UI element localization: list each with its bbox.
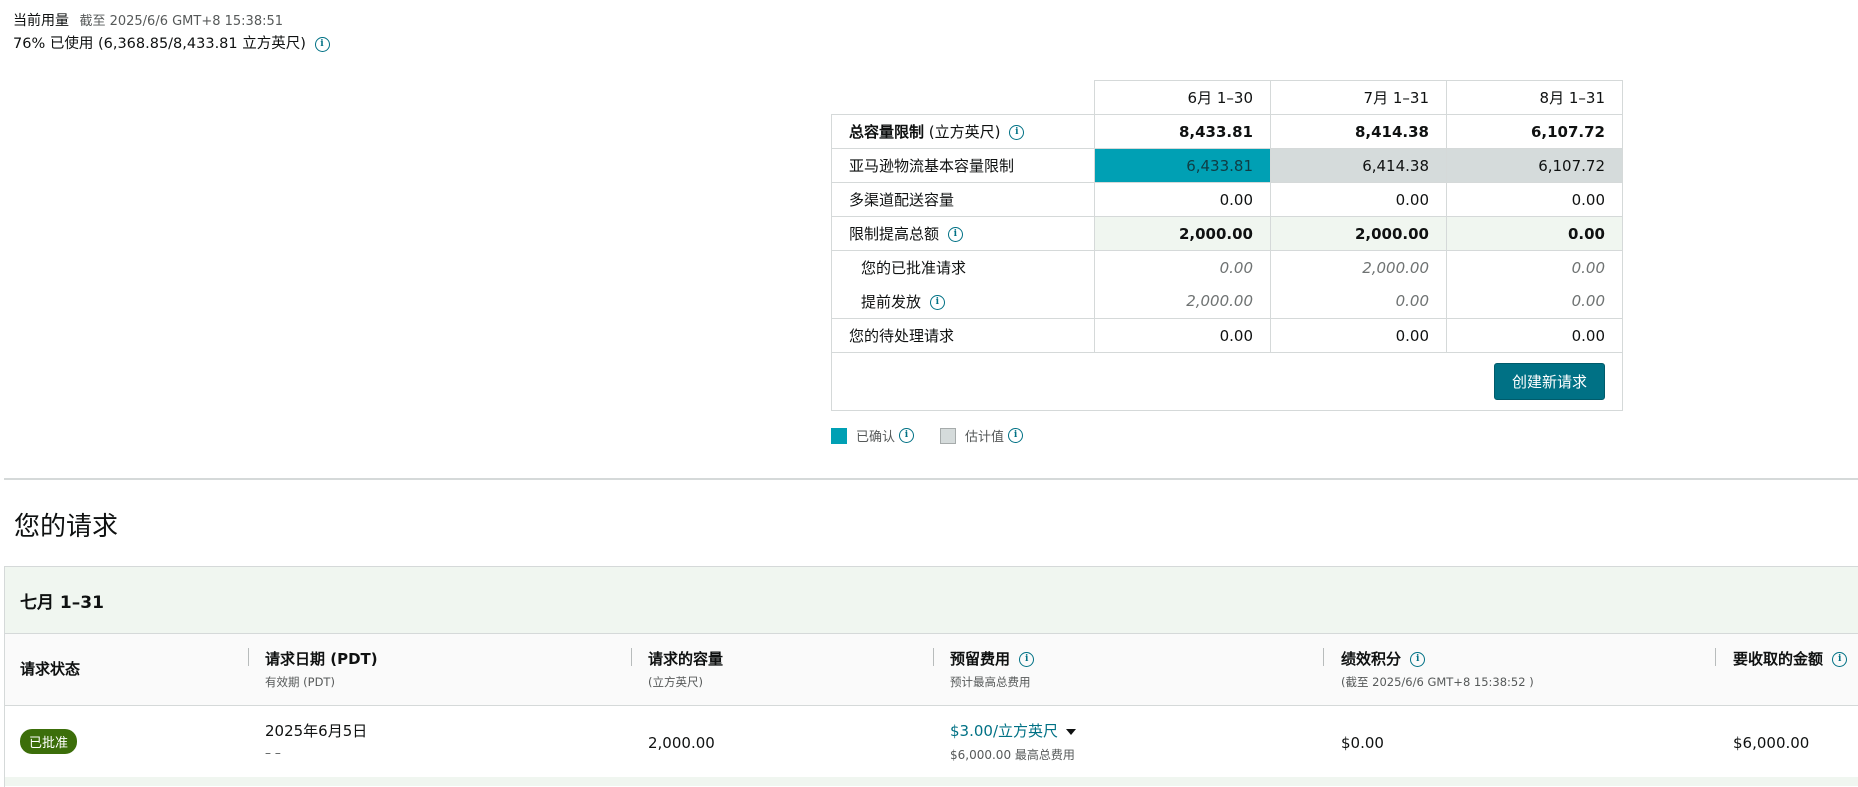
legend-confirmed-label: 已确认 [856, 430, 896, 445]
estimated-swatch [940, 427, 957, 444]
early-august: 0.00 [1446, 284, 1623, 319]
request-group-header: 七月 1–31 [5, 567, 1858, 634]
create-new-request-button[interactable]: 创建新请求 [1493, 363, 1605, 400]
row-limit-increase: 限制提高总额 i 2,000.00 2,000.00 0.00 [831, 216, 1623, 251]
pending-july: 0.00 [1270, 318, 1447, 353]
multichannel-june: 0.00 [1094, 182, 1271, 217]
total-capacity-july: 8,414.38 [1270, 114, 1447, 149]
section-divider [4, 478, 1858, 480]
table-row: 已批准 2025年6月5日 – – 2,000.00 $3.00/立方英尺 $6… [5, 706, 1858, 779]
multichannel-label: 多渠道配送容量 [831, 182, 1095, 217]
pending-requests-label: 您的待处理请求 [831, 318, 1095, 353]
approved-july: 2,000.00 [1270, 250, 1447, 285]
request-date-cell: 2025年6月5日 – – [265, 722, 368, 760]
usage-timestamp: 截至 2025/6/6 GMT+8 15:38:51 [79, 14, 284, 29]
info-icon[interactable]: i [1410, 652, 1426, 667]
limit-increase-august: 0.00 [1446, 216, 1623, 251]
approved-june: 0.00 [1094, 250, 1271, 285]
row-pending-requests: 您的待处理请求 0.00 0.00 0.00 [831, 318, 1623, 353]
usage-summary: 76% 已使用 (6,368.85/8,433.81 立方英尺) i [13, 32, 330, 53]
row-total-capacity: 总容量限制 (立方英尺) i 8,433.81 8,414.38 6,107.7… [831, 114, 1623, 149]
total-capacity-unit: (立方英尺) [924, 123, 1001, 141]
total-capacity-june: 8,433.81 [1094, 114, 1271, 149]
base-capacity-label: 亚马逊物流基本容量限制 [831, 148, 1095, 183]
pending-august: 0.00 [1446, 318, 1623, 353]
early-release-label: 提前发放 [861, 292, 922, 311]
capacity-table: 6月 1–30 7月 1–31 8月 1–31 总容量限制 (立方英尺) i 8… [831, 80, 1623, 411]
info-icon[interactable]: i [1019, 652, 1035, 667]
header-reservation-fee: 预留费用 i 预计最高总费用 [950, 648, 1035, 690]
info-icon[interactable]: i [1009, 125, 1025, 140]
limit-increase-label: 限制提高总额 [849, 225, 940, 243]
row-multichannel: 多渠道配送容量 0.00 0.00 0.00 [831, 182, 1623, 217]
multichannel-august: 0.00 [1446, 182, 1623, 217]
header-request-date: 请求日期 (PDT) 有效期 (PDT) [265, 650, 378, 689]
base-capacity-june: 6,433.81 [1094, 148, 1271, 183]
performance-credit-cell: $0.00 [1341, 734, 1384, 752]
early-june: 2,000.00 [1094, 284, 1271, 319]
multichannel-july: 0.00 [1270, 182, 1447, 217]
fee-rate-dropdown[interactable]: $3.00/立方英尺 [950, 722, 1076, 740]
caret-down-icon [1066, 728, 1076, 735]
current-usage-header: 当前用量 截至 2025/6/6 GMT+8 15:38:51 [13, 10, 283, 30]
column-header-june: 6月 1–30 [1094, 80, 1271, 115]
approved-august: 0.00 [1446, 250, 1623, 285]
base-capacity-july: 6,414.38 [1270, 148, 1447, 183]
header-status: 请求状态 [20, 660, 81, 678]
header-amount-charged: 要收取的金额 i [1733, 648, 1848, 669]
legend-estimated-label: 估计值 [965, 430, 1005, 445]
header-performance-credit: 绩效积分 i (截至 2025/6/6 GMT+8 15:38:52 ) [1341, 650, 1534, 689]
current-usage-label: 当前用量 [13, 13, 69, 29]
your-requests-title: 您的请求 [14, 512, 119, 542]
base-capacity-august: 6,107.72 [1446, 148, 1623, 183]
info-icon[interactable]: i [1008, 428, 1024, 443]
row-base-capacity: 亚马逊物流基本容量限制 6,433.81 6,414.38 6,107.72 [831, 148, 1623, 183]
requests-panel: 七月 1–31 请求状态 请求日期 (PDT) 有效期 (PDT) 请求的容量 … [4, 566, 1858, 787]
legend: 已确认 i 估计值 i [831, 426, 1049, 445]
info-icon[interactable]: i [899, 428, 915, 443]
reservation-fee-cell: $3.00/立方英尺 $6,000.00 最高总费用 [950, 722, 1076, 762]
row-early-release: 提前发放 i 2,000.00 0.00 0.00 [831, 284, 1623, 319]
info-icon[interactable]: i [929, 294, 945, 310]
limit-increase-june: 2,000.00 [1094, 216, 1271, 251]
early-july: 0.00 [1270, 284, 1447, 319]
info-icon[interactable]: i [1832, 652, 1848, 667]
amount-charged-cell: $6,000.00 [1733, 734, 1810, 752]
approved-requests-label: 您的已批准请求 [831, 250, 1095, 285]
pending-june: 0.00 [1094, 318, 1271, 353]
status-badge: 已批准 [20, 729, 78, 754]
total-capacity-august: 6,107.72 [1446, 114, 1623, 149]
column-header-august: 8月 1–31 [1446, 80, 1623, 115]
limit-increase-july: 2,000.00 [1270, 216, 1447, 251]
total-capacity-label: 总容量限制 [849, 123, 925, 141]
confirmed-swatch [831, 427, 847, 444]
next-group-header [4, 777, 1858, 786]
column-header-july: 7月 1–31 [1270, 80, 1447, 115]
header-requested-volume: 请求的容量 (立方英尺) [648, 650, 724, 689]
requested-volume-cell: 2,000.00 [648, 734, 715, 752]
requests-table-header: 请求状态 请求日期 (PDT) 有效期 (PDT) 请求的容量 (立方英尺) 预… [5, 634, 1858, 706]
info-icon[interactable]: i [947, 227, 963, 242]
row-approved-requests: 您的已批准请求 0.00 2,000.00 0.00 [831, 250, 1623, 285]
info-icon[interactable]: i [314, 36, 330, 52]
usage-summary-text: 76% 已使用 (6,368.85/8,433.81 立方英尺) [13, 36, 306, 52]
